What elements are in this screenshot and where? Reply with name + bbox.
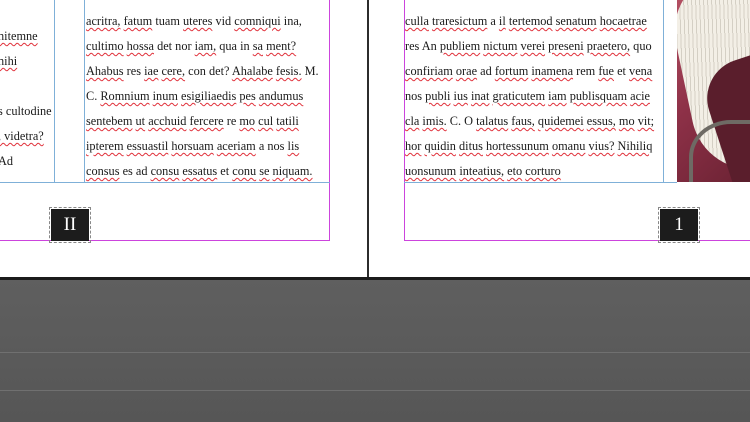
text-line: nitemne <box>0 29 38 43</box>
text-run: Ahabus res iae cere, con det? Ahalabe fe… <box>86 64 319 78</box>
text-run: confiriam orae ad fortum inamena rem fue… <box>405 64 653 78</box>
text-line: hor quidin ditus hortessunum omanu vius?… <box>405 134 654 159</box>
text-line: , videtra? <box>0 129 44 143</box>
page-number-right[interactable]: 1 <box>658 207 700 243</box>
left-text-frame[interactable]: acritra, fatum tuam uteres vid comniqui … <box>86 9 319 184</box>
text-run: uonsunum inteatius, eto corturo <box>405 164 561 178</box>
book-photo-image[interactable] <box>677 0 750 182</box>
margin-guide-right <box>329 0 330 241</box>
text-run: C. Romnium inum esigiliaedis pes andumus <box>86 89 304 103</box>
text-line: s cultodine <box>0 104 52 118</box>
text-line: cultimo hossa det nor iam, qua in sa men… <box>86 34 319 59</box>
text-line: sentebem ut acchuid fercere re mo cul ta… <box>86 109 319 134</box>
text-run: hor quidin ditus hortessunum omanu vius?… <box>405 139 653 153</box>
text-line: nos publi ius inat graticutem iam publis… <box>405 84 654 109</box>
column-guide-left <box>54 0 55 182</box>
text-line: uonsunum inteatius, eto corturo <box>405 159 654 184</box>
text-run: culla traresictum a il tertemod senatum … <box>405 14 647 28</box>
page-number-left[interactable]: II <box>49 207 91 243</box>
pasteboard[interactable] <box>0 280 750 422</box>
text-run: consus es ad consu essatus et conu se ni… <box>86 164 313 178</box>
page-spine-divider <box>367 0 369 278</box>
text-line: cla imis. C. O talatus faus, quidemei es… <box>405 109 654 134</box>
pasteboard-guide <box>0 352 750 353</box>
text-line: acritra, fatum tuam uteres vid comniqui … <box>86 9 319 34</box>
left-gutter-text-frame[interactable]: nitemne nihi s cultodine , videtra? Ad <box>0 0 52 174</box>
text-line: res An publiem nictum verei preseni prae… <box>405 34 654 59</box>
column-guide-right <box>663 0 664 182</box>
text-line <box>0 0 52 24</box>
text-run: acritra, fatum tuam uteres vid comniqui … <box>86 14 302 28</box>
text-line: culla traresictum a il tertemod senatum … <box>405 9 654 34</box>
right-text-frame[interactable]: culla traresictum a il tertemod senatum … <box>405 9 654 184</box>
text-run: sentebem ut acchuid fercere re mo cul ta… <box>86 114 299 128</box>
document-canvas[interactable]: nitemne nihi s cultodine , videtra? Ad acrit… <box>0 0 750 280</box>
column-guide-mid <box>84 0 85 182</box>
text-line <box>0 74 52 99</box>
text-run: ipterem essuastil horsuam aceriam a nos … <box>86 139 300 153</box>
text-run: cla imis. C. O talatus faus, quidemei es… <box>405 114 655 128</box>
text-line: ipterem essuastil horsuam aceriam a nos … <box>86 134 319 159</box>
text-run: res An publiem nictum verei preseni prae… <box>405 39 652 53</box>
text-line: Ad <box>0 154 14 168</box>
text-line: confiriam orae ad fortum inamena rem fue… <box>405 59 654 84</box>
text-line: Ahabus res iae cere, con det? Ahalabe fe… <box>86 59 319 84</box>
text-line: nihi <box>0 54 18 68</box>
text-line: C. Romnium inum esigiliaedis pes andumus <box>86 84 319 109</box>
text-run: cultimo hossa det nor iam, qua in sa men… <box>86 39 297 53</box>
text-run: nos publi ius inat graticutem iam publis… <box>405 89 650 103</box>
pasteboard-guide <box>0 390 750 391</box>
text-line: consus es ad consu essatus et conu se ni… <box>86 159 319 184</box>
